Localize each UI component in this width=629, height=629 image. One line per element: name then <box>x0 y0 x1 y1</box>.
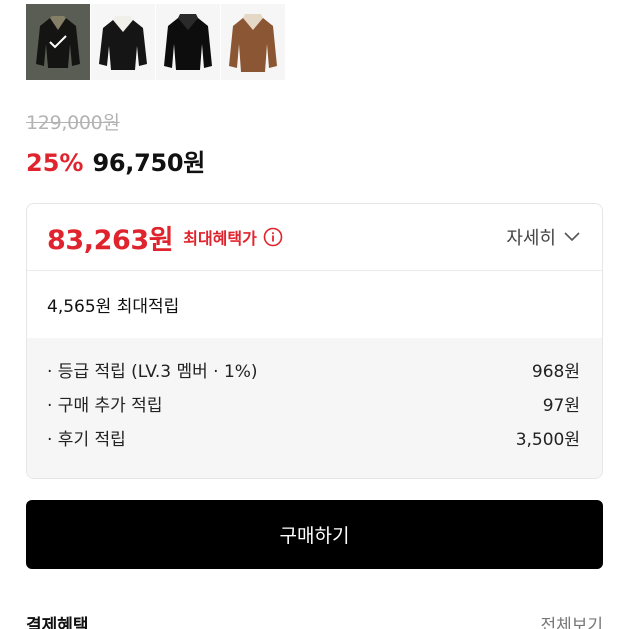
original-price: 129,000원 <box>26 112 120 134</box>
current-price: 96,750원 <box>92 149 206 177</box>
max-points-row: 4,565원 최대적립 <box>47 297 180 317</box>
point-item-value: 97원 <box>542 396 580 416</box>
price-row: 25% 96,750원 <box>26 143 205 178</box>
jacket-black-image <box>164 14 212 70</box>
color-thumbnails <box>26 4 285 80</box>
buy-button[interactable]: 구매하기 <box>26 500 603 569</box>
thumbnail-olive-jacket[interactable] <box>26 4 90 80</box>
point-item-purchase-extra: · 구매 추가 적립 97원 <box>47 394 580 428</box>
jacket-black-white-collar-image <box>99 16 147 70</box>
thumbnail-brown-jacket[interactable] <box>221 4 285 80</box>
view-all-link[interactable]: 전체보기 <box>540 611 603 629</box>
detail-label: 자세히 <box>506 228 556 249</box>
jacket-brown-image <box>229 14 277 72</box>
thumbnail-black-jacket[interactable] <box>156 4 220 80</box>
point-item-label: · 후기 적립 <box>47 430 126 450</box>
point-item-value: 968원 <box>531 362 580 382</box>
selected-check-icon <box>26 4 90 80</box>
max-benefit-price: 83,263원 <box>47 224 174 256</box>
point-item-review: · 후기 적립 3,500원 <box>47 428 580 462</box>
benefit-box: 83,263원 최대혜택가 자세히 4,565원 최대적립 · 등급 적립 (L… <box>26 203 603 479</box>
max-benefit-label: 최대혜택가 <box>183 229 257 248</box>
discount-rate: 25% <box>26 149 84 177</box>
point-item-label: · 구매 추가 적립 <box>47 396 163 416</box>
point-item-label: · 등급 적립 (LV.3 멤버 · 1%) <box>47 362 258 382</box>
thumbnail-black-white-collar-jacket[interactable] <box>91 4 155 80</box>
benefit-header: 83,263원 최대혜택가 자세히 <box>27 204 602 271</box>
payment-benefits-title: 결제혜택 <box>26 616 89 629</box>
points-breakdown: · 등급 적립 (LV.3 멤버 · 1%) 968원 · 구매 추가 적립 9… <box>27 338 602 478</box>
point-item-grade: · 등급 적립 (LV.3 멤버 · 1%) 968원 <box>47 360 580 394</box>
chevron-down-icon <box>564 232 580 242</box>
point-item-value: 3,500원 <box>515 430 580 450</box>
detail-toggle-button[interactable]: 자세히 <box>506 224 580 250</box>
info-icon[interactable] <box>263 227 283 247</box>
